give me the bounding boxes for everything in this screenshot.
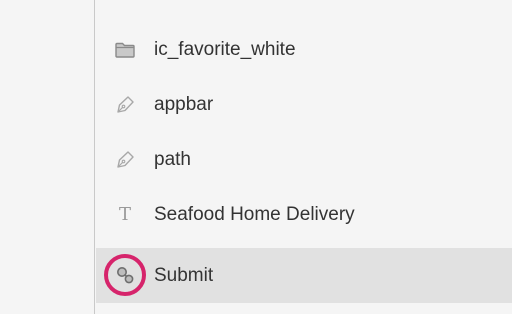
text-icon-glyph: T [118,203,131,225]
layer-label: path [154,148,191,170]
highlight-ring [104,254,146,296]
layer-label: Submit [154,264,214,286]
layer-row-submit[interactable]: Submit [96,248,512,303]
symbol-link-icon [104,254,146,296]
layers-panel: ic_favorite_white appbar path T Seafood … [96,0,512,314]
layer-label: Seafood Home Delivery [154,203,355,225]
layer-label: ic_favorite_white [154,38,296,60]
pen-icon [114,149,136,171]
layer-row-path[interactable]: path [96,132,512,187]
folder-icon [114,39,136,61]
text-icon: T [114,204,136,226]
layer-row-ic-favorite-white[interactable]: ic_favorite_white [96,22,512,77]
pen-icon [114,94,136,116]
left-gutter [0,0,95,314]
layer-row-appbar[interactable]: appbar [96,77,512,132]
layer-label: appbar [154,93,214,115]
layer-row-seafood-home-delivery[interactable]: T Seafood Home Delivery [96,187,512,242]
